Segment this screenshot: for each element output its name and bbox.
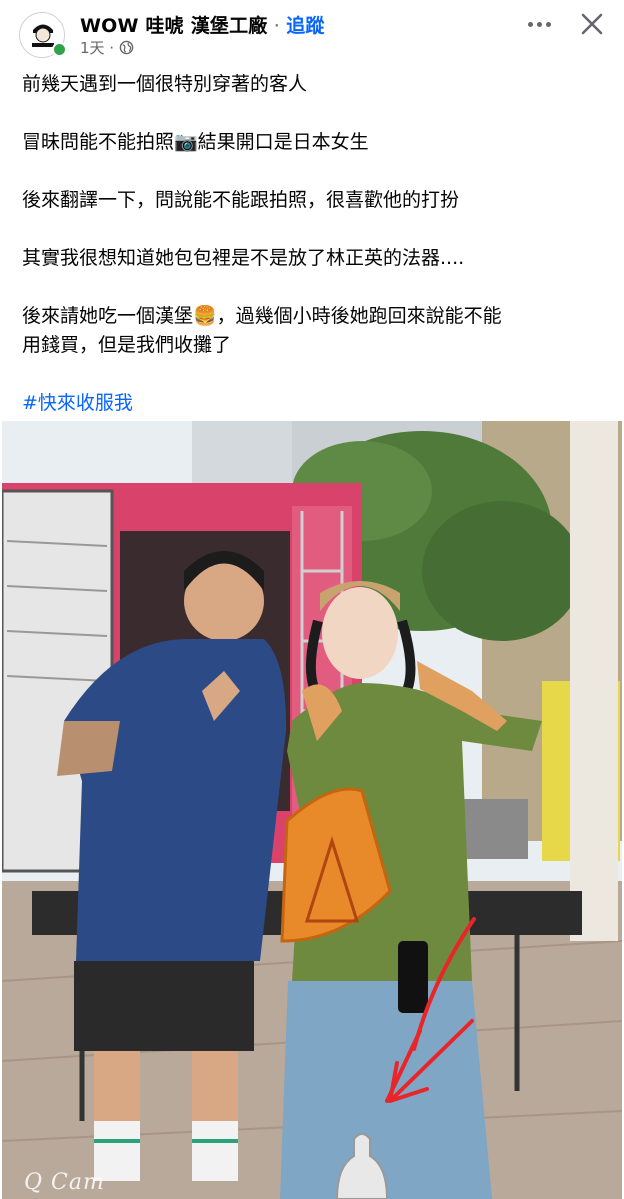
more-horizontal-icon xyxy=(527,21,533,27)
post-line: 後來請她吃一個漢堡🍔，過幾個小時後她跑回來說能不能 xyxy=(22,305,502,327)
camera-watermark: Q Cam xyxy=(24,1170,105,1195)
name-separator: · xyxy=(267,15,287,37)
page-name-line: WOW 哇唬 漢堡工廠 · 追蹤 xyxy=(80,11,325,38)
online-status-dot xyxy=(52,42,67,57)
more-dot xyxy=(545,21,551,27)
post-meta: 1天 · xyxy=(80,37,134,58)
page-name-link[interactable]: WOW 哇唬 漢堡工廠 xyxy=(80,15,268,37)
post-line: 冒昧問能不能拍照📷結果開口是日本女生 xyxy=(22,131,369,153)
post-header: WOW 哇唬 漢堡工廠 · 追蹤 1天 · xyxy=(0,0,624,62)
post-line: 後來翻譯一下，問說能不能跟拍照，很喜歡他的打扮 xyxy=(22,189,460,211)
post-line: 其實我很想知道她包包裡是不是放了林正英的法器.... xyxy=(22,247,465,269)
globe-icon xyxy=(119,40,134,55)
post-body: 前幾天遇到一個很特別穿著的客人 冒昧問能不能拍照📷結果開口是日本女生 後來翻譯一… xyxy=(22,70,612,418)
hashtag-link[interactable]: #快來收服我 xyxy=(22,389,612,418)
post-timestamp[interactable]: 1天 · xyxy=(80,37,114,58)
more-dot xyxy=(536,21,542,27)
post-line: 用錢買，但是我們收攤了 xyxy=(22,334,232,356)
more-options-button[interactable] xyxy=(524,12,554,36)
follow-button[interactable]: 追蹤 xyxy=(286,15,324,37)
photo-illustration xyxy=(2,421,622,1199)
close-icon[interactable] xyxy=(578,10,606,38)
post-line: 前幾天遇到一個很特別穿著的客人 xyxy=(22,73,308,95)
post-photo[interactable] xyxy=(2,421,622,1199)
